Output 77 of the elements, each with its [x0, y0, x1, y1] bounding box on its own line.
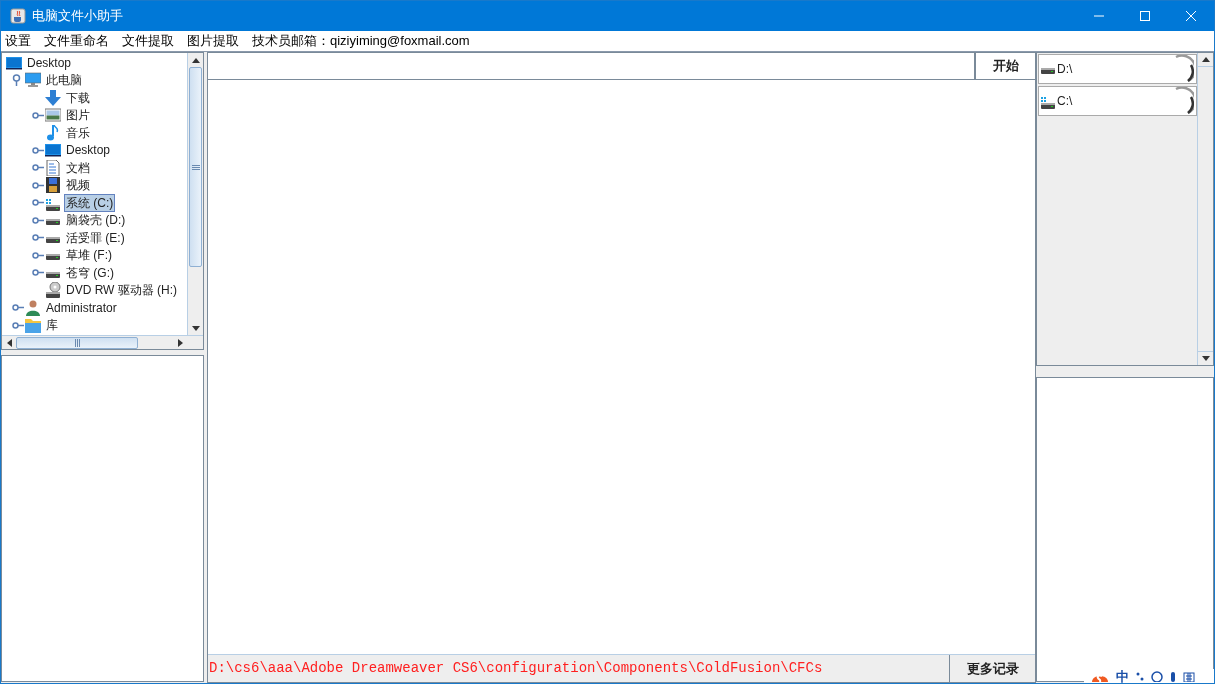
drive-icon — [46, 219, 60, 226]
desktop-icon — [6, 54, 22, 71]
collapsed-handle-icon[interactable] — [32, 251, 44, 259]
drive-label: D:\ — [1057, 61, 1073, 78]
current-path: D:\cs6\aaa\Adobe Dreamweaver CS6\configuration\Components\ColdFusion\CFCs — [208, 659, 824, 678]
collapsed-handle-icon[interactable] — [32, 146, 44, 154]
picture-icon — [45, 107, 61, 124]
window-title: 电脑文件小助手 — [32, 7, 123, 26]
maximize-icon — [1140, 11, 1150, 21]
menu-item[interactable]: 技术员邮箱：qiziyiming@foxmail.com — [248, 31, 474, 51]
down-arrow-icon — [45, 89, 61, 106]
drive-label: C:\ — [1057, 93, 1073, 110]
menu-item[interactable]: 图片提取 — [183, 31, 243, 51]
grip-icon — [74, 338, 80, 347]
tree-item[interactable]: 文档 — [64, 158, 92, 177]
tree-item[interactable]: 苍穹 (G:) — [64, 263, 116, 282]
right-arrow-icon — [177, 338, 183, 347]
collapsed-handle-icon[interactable] — [32, 234, 44, 242]
drive-icon — [1041, 97, 1055, 109]
tree-item[interactable]: 音乐 — [64, 123, 92, 142]
tree-item[interactable]: 图片 — [64, 106, 92, 125]
tree-item[interactable]: 库 — [44, 316, 60, 335]
music-note-icon — [45, 124, 61, 141]
down-arrow-icon — [191, 325, 200, 331]
drive-icon — [1041, 68, 1055, 74]
tree-item[interactable]: Desktop — [64, 141, 113, 160]
folder-icon — [25, 317, 41, 334]
microphone-icon[interactable] — [1169, 670, 1177, 682]
collapsed-handle-icon[interactable] — [12, 304, 24, 312]
collapsed-handle-icon[interactable] — [32, 164, 44, 172]
vertical-scrollbar[interactable] — [187, 53, 203, 335]
tree-item[interactable]: Administrator — [44, 298, 119, 317]
collapsed-handle-icon[interactable] — [32, 111, 44, 119]
vertical-scrollbar[interactable] — [1197, 53, 1213, 365]
emoji-icon[interactable] — [1151, 670, 1163, 682]
keyboard-icon[interactable] — [1183, 670, 1195, 682]
disc-drive-icon — [45, 282, 61, 299]
scroll-thumb[interactable] — [189, 67, 202, 267]
up-arrow-icon — [1201, 57, 1210, 62]
collapsed-handle-icon[interactable] — [32, 181, 44, 189]
menu-item[interactable]: 设置 — [1, 31, 35, 51]
punctuation-icon[interactable] — [1135, 671, 1145, 681]
language-toggle[interactable]: 中 — [1116, 669, 1129, 683]
menu-item[interactable]: 文件重命名 — [40, 31, 113, 51]
left-arrow-icon — [6, 338, 12, 347]
tree-item[interactable]: 草堆 (F:) — [64, 246, 114, 265]
drive-card[interactable]: D:\ — [1038, 54, 1197, 84]
tree-item[interactable]: 活受罪 (E:) — [64, 228, 127, 247]
up-arrow-icon — [191, 57, 200, 63]
expanded-handle-icon[interactable] — [12, 74, 21, 87]
drive-icon — [46, 198, 60, 211]
collapsed-handle-icon[interactable] — [32, 216, 44, 224]
horizontal-scrollbar[interactable] — [2, 335, 203, 349]
collapsed-handle-icon[interactable] — [32, 269, 44, 277]
tree-item[interactable]: Desktop — [25, 53, 74, 72]
tree-item[interactable]: 视频 — [64, 176, 92, 195]
drive-card[interactable]: C:\ — [1038, 86, 1197, 116]
close-icon — [1186, 11, 1196, 21]
tree-item[interactable]: 下载 — [64, 88, 92, 107]
desktop-icon — [45, 142, 61, 159]
down-arrow-icon — [1201, 356, 1210, 361]
scroll-thumb[interactable] — [16, 336, 138, 349]
menu-item[interactable]: 文件提取 — [118, 31, 178, 51]
user-icon — [25, 299, 41, 316]
drive-icon — [46, 236, 60, 243]
coffee-cup-icon — [10, 8, 26, 24]
computer-icon — [25, 72, 41, 89]
drive-icon — [46, 271, 60, 278]
collapsed-handle-icon[interactable] — [32, 199, 44, 207]
tree-item[interactable]: DVD RW 驱动器 (H:) — [64, 281, 180, 300]
drive-icon — [46, 254, 60, 261]
tree-item[interactable]: 脑袋壳 (D:) — [64, 211, 128, 230]
document-icon — [45, 159, 61, 176]
tree-item[interactable]: 此电脑 — [44, 71, 84, 90]
grip-icon — [191, 164, 200, 170]
collapsed-handle-icon[interactable] — [12, 321, 24, 329]
tree-item[interactable]: 系统 (C:) — [64, 193, 116, 212]
